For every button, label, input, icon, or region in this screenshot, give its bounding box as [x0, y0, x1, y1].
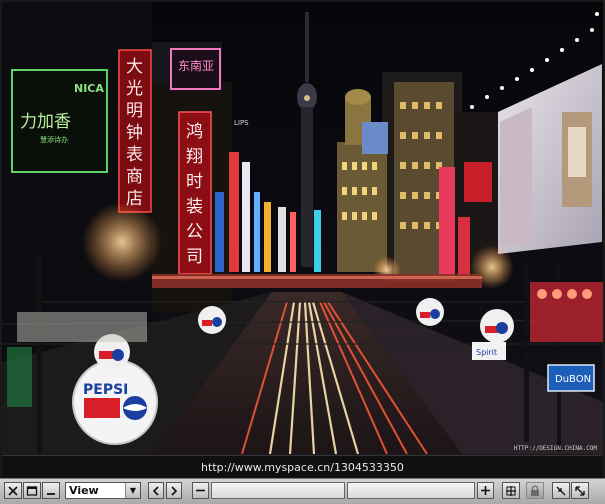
window-icon: [26, 485, 38, 496]
maximize-button[interactable]: [23, 482, 41, 499]
view-select[interactable]: View ▼: [65, 482, 141, 499]
chevron-right-icon: [171, 485, 178, 496]
zoom-slider-left[interactable]: [211, 482, 345, 499]
next-button[interactable]: [166, 482, 182, 499]
svg-text:PEPSI: PEPSI: [83, 382, 128, 398]
v1-char: 明: [126, 101, 143, 121]
vertical-sign-1: 大光明钟表商店: [126, 57, 143, 209]
dubon-sign-text: DuBON: [555, 374, 591, 385]
image-viewer-window: NICA 力加香 慧添诗办 大光明钟表商店 鸿翔时装公司 东南亚 LIPS PE…: [0, 0, 605, 504]
minimize-icon: [47, 492, 55, 495]
view-select-label: View: [69, 484, 99, 497]
photo-credit: HTTP://DESIGN.CHINA.COM: [513, 445, 597, 452]
pepsi-sign-small-3: [416, 298, 444, 326]
chevron-left-icon: [152, 485, 159, 496]
shrink-button[interactable]: [552, 482, 570, 499]
v2-char: 司: [186, 247, 203, 267]
fit-button[interactable]: [502, 482, 520, 499]
expand-icon: [575, 485, 585, 496]
expand-button[interactable]: [571, 482, 589, 499]
viewer-toolbar: View ▼: [0, 478, 605, 504]
v1-char: 大: [126, 57, 143, 77]
v1-char: 商: [126, 167, 143, 187]
v2-char: 公: [186, 222, 203, 242]
plus-icon: [481, 486, 490, 495]
url-caption: http://www.myspace.cn/1304533350: [2, 455, 603, 478]
nica-sub-text: 力加香: [20, 112, 71, 132]
photo-viewport[interactable]: NICA 力加香 慧添诗办 大光明钟表商店 鸿翔时装公司 东南亚 LIPS PE…: [2, 2, 603, 454]
top-neon-text: 东南亚: [178, 58, 214, 73]
shrink-icon: [556, 486, 566, 495]
zoom-in-button[interactable]: [477, 482, 494, 499]
minimize-button[interactable]: [42, 482, 60, 499]
v2-char: 时: [186, 172, 203, 192]
shop-sign-text: Spirit: [476, 348, 497, 357]
v1-char: 钟: [126, 123, 143, 143]
lips-text: LIPS: [234, 119, 249, 127]
v2-char: 鸿: [186, 122, 203, 142]
nica-small-text: 慧添诗办: [40, 135, 68, 144]
close-button[interactable]: [4, 482, 22, 499]
lock-icon: [531, 484, 539, 496]
v1-char: 表: [126, 145, 143, 165]
fit-icon: [506, 485, 516, 496]
v2-char: 翔: [186, 147, 203, 167]
pepsi-sign-small-4: [480, 309, 514, 343]
zoom-slider-right[interactable]: [347, 482, 475, 499]
url-text[interactable]: http://www.myspace.cn/1304533350: [201, 461, 404, 474]
previous-button[interactable]: [148, 482, 164, 499]
chevron-down-icon: ▼: [125, 483, 140, 498]
pepsi-sign-large: PEPSI: [72, 359, 158, 445]
pepsi-sign-small-2: [198, 306, 226, 334]
nica-brand-text: NICA: [74, 82, 104, 95]
v2-char: 装: [186, 197, 203, 217]
lock-button[interactable]: [526, 482, 544, 499]
close-icon: [8, 485, 18, 496]
v1-char: 光: [126, 79, 143, 99]
street-photo: NICA 力加香 慧添诗办 大光明钟表商店 鸿翔时装公司 东南亚 LIPS PE…: [2, 2, 603, 454]
zoom-out-button[interactable]: [192, 482, 209, 499]
minus-icon: [196, 489, 205, 492]
